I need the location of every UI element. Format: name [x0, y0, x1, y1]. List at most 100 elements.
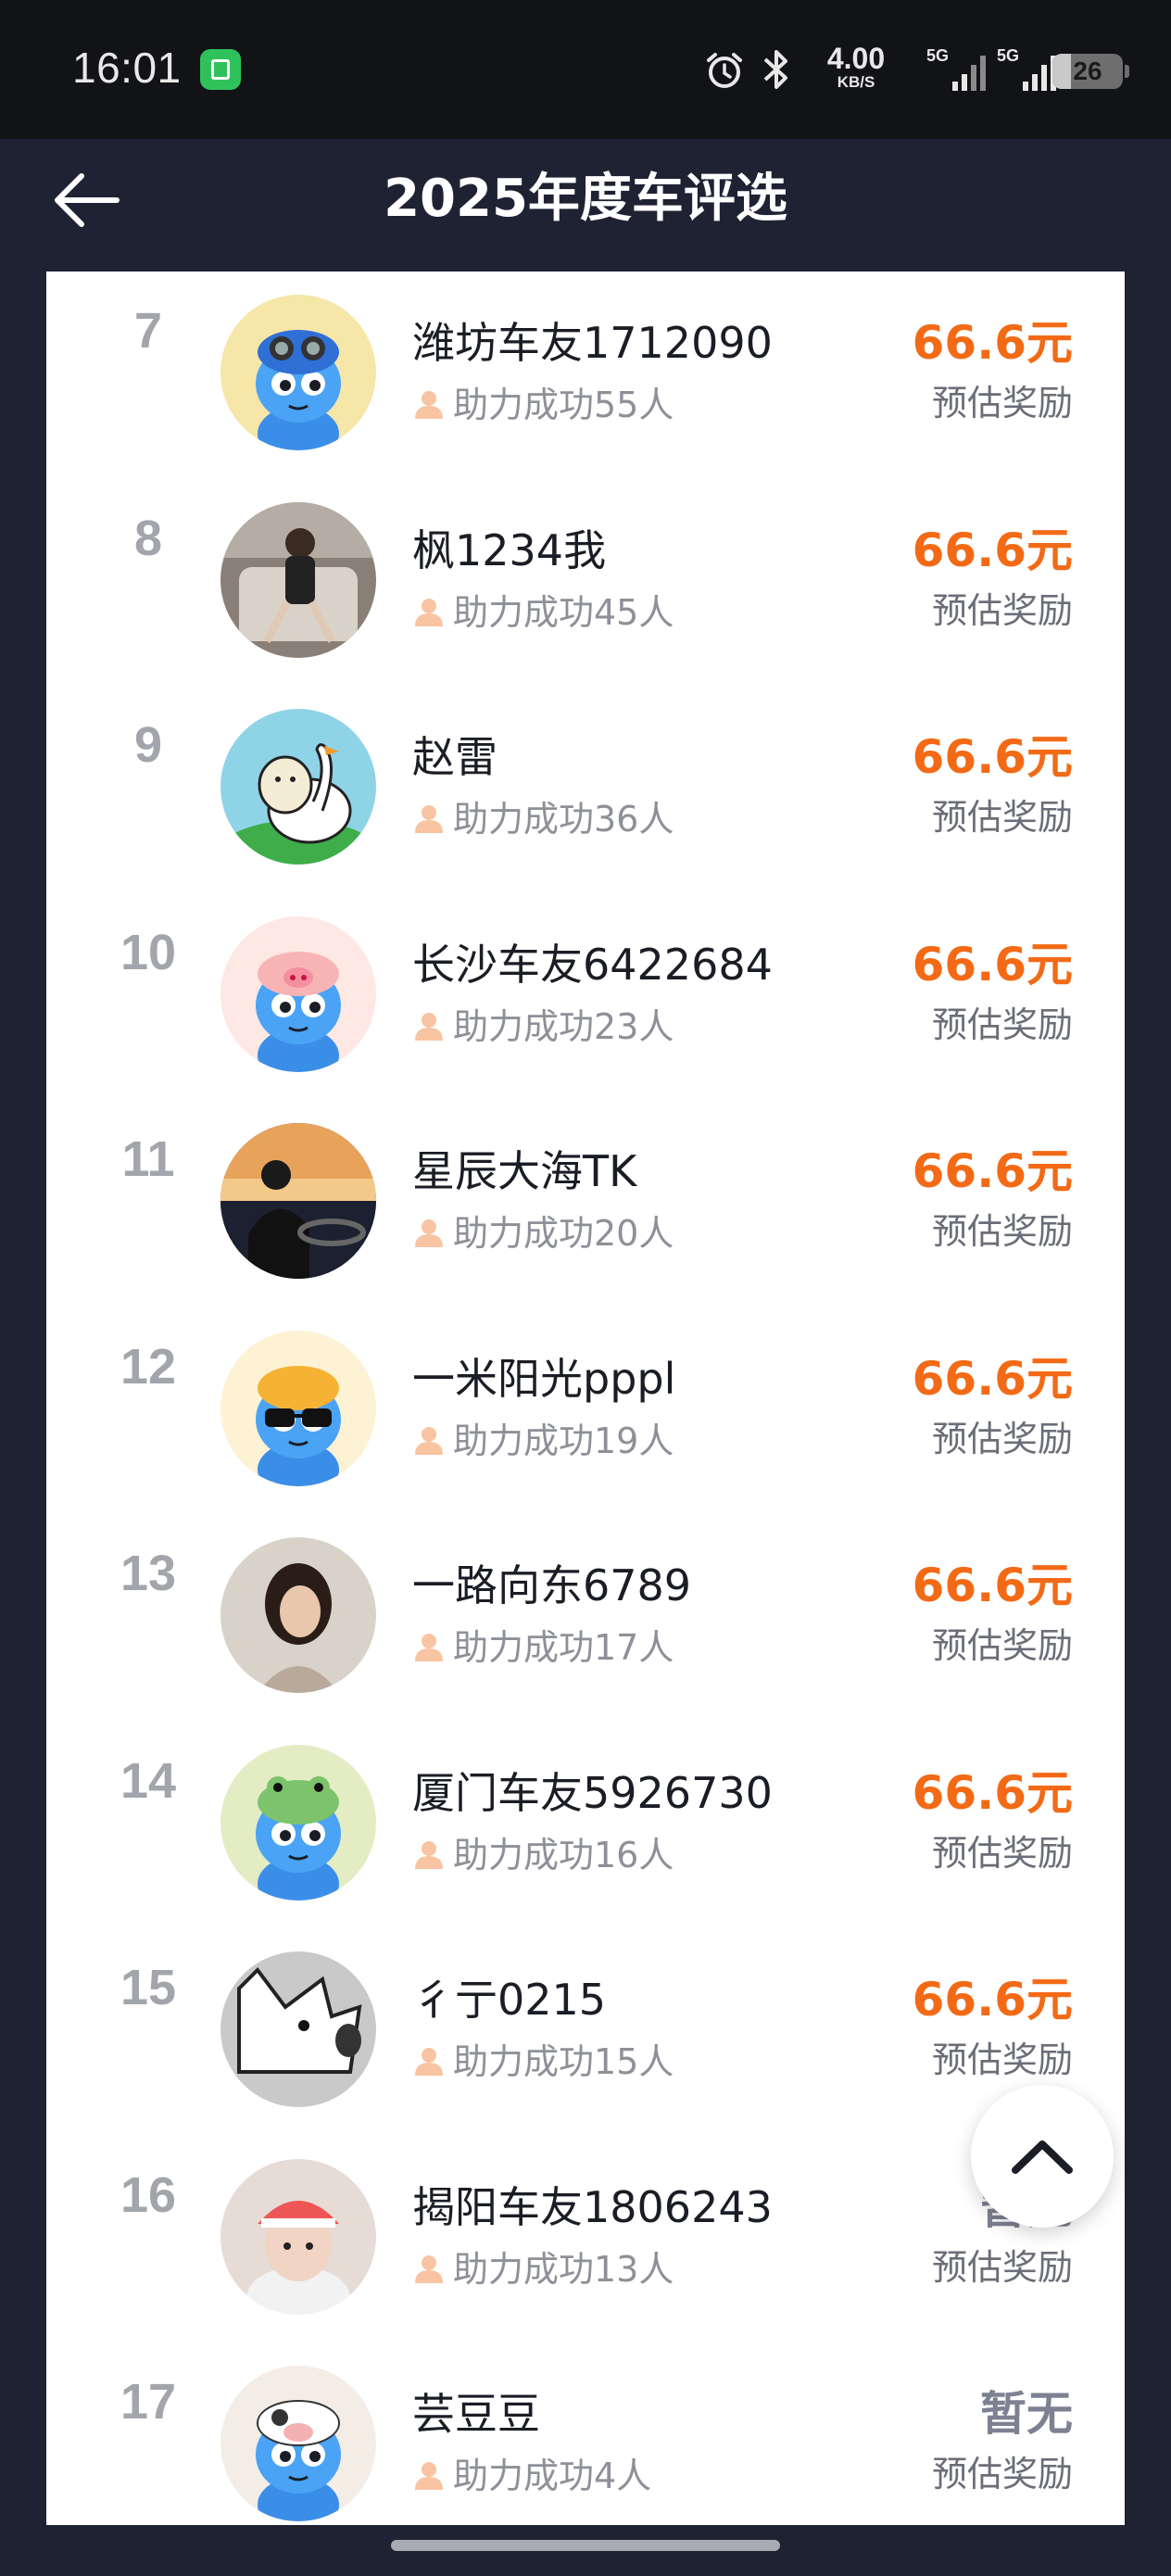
avatar[interactable]	[220, 295, 376, 450]
reward-amount: 66.6元	[912, 1973, 1073, 2027]
rank-number: 13	[120, 1546, 177, 1601]
battery-icon: 26	[1052, 54, 1129, 89]
reward-amount: 66.6元	[912, 1765, 1073, 1820]
user-name: 一路向东6789	[412, 1560, 692, 1610]
helped-count: 助力成功19人	[412, 1412, 674, 1461]
ranking-list[interactable]: 7 潍坊车友1712090 助力成功55人 66.6元 预估奖励 8 枫1234我 助力成…	[46, 271, 1125, 2525]
signal-bars-icon	[952, 56, 986, 91]
avatar[interactable]	[220, 1123, 376, 1279]
list-item[interactable]: 13 一路向东6789 助力成功17人 66.6元预估奖励	[46, 1487, 1125, 1695]
avatar[interactable]	[220, 2158, 376, 2315]
scroll-to-top-button[interactable]	[971, 2085, 1114, 2228]
list-item[interactable]: 15 彳亍0215 助力成功15人 66.6元 预估奖励	[46, 1901, 1125, 2109]
list-item[interactable]: 9 赵雷 助力成功36人 66.6元 预估奖励	[46, 659, 1125, 866]
signal-sim2: 5G	[997, 46, 1058, 95]
helped-count-text: 助力成功17人	[453, 1627, 674, 1668]
alarm-icon	[707, 53, 742, 88]
person-icon	[415, 391, 443, 419]
status-time: 16:01	[72, 44, 182, 92]
rank-number: 10	[120, 924, 177, 980]
helped-count-text: 助力成功45人	[453, 591, 674, 633]
rank-number: 16	[120, 2166, 177, 2223]
battery-fill	[1052, 54, 1071, 89]
person-icon	[415, 2254, 443, 2283]
person-icon	[415, 805, 443, 833]
avatar[interactable]	[220, 1330, 376, 1486]
avatar[interactable]	[220, 915, 376, 1072]
reward-amount: 66.6元	[912, 1559, 1073, 1612]
helped-count: 助力成功15人	[412, 2033, 674, 2082]
helped-count-text: 助力成功16人	[453, 1834, 674, 1875]
user-name: 枫1234我	[412, 524, 607, 575]
sim2-network-tag: 5G	[997, 46, 1020, 65]
helped-count-text: 助力成功55人	[453, 385, 674, 425]
rank-number: 14	[120, 1752, 177, 1809]
avatar[interactable]	[220, 709, 376, 865]
avatar[interactable]	[220, 2366, 376, 2521]
person-icon	[415, 1012, 443, 1041]
reward-label: 预估奖励	[931, 1004, 1073, 1045]
person-icon	[415, 2048, 443, 2076]
sim1-network-tag: 5G	[926, 46, 950, 65]
list-item[interactable]: 12 一米阳光pppl 助力成功19人 66.6元 预估奖励	[46, 1281, 1125, 1488]
reward-amount: 66.6元	[912, 1144, 1073, 1198]
list-item[interactable]: 11 星辰大海TK 助力成功20人 66.6元 预估奖励	[46, 1073, 1125, 1281]
network-speed: 4.00 KB/S	[812, 43, 900, 91]
signal-sim1: 5G	[926, 46, 988, 95]
rank-number: 15	[120, 1960, 177, 2015]
avatar[interactable]	[220, 1537, 376, 1693]
reward-label: 预估奖励	[931, 383, 1073, 423]
reward-label: 预估奖励	[931, 2454, 1073, 2494]
rank-number: 8	[133, 510, 163, 566]
helped-count-text: 助力成功23人	[453, 1005, 674, 1047]
list-item[interactable]: 17 芸豆豆 助力成功4人 暂无 预估奖励	[46, 2316, 1125, 2523]
helped-count: 助力成功36人	[412, 790, 674, 840]
reward-amount: 66.6元	[912, 523, 1073, 577]
helped-count: 助力成功16人	[412, 1826, 674, 1875]
user-name: 潍坊车友1712090	[412, 318, 773, 368]
list-item[interactable]: 10 长沙车友6422684 助力成功23人 66.6元 预估奖励	[46, 866, 1125, 1074]
list-item[interactable]: 7 潍坊车友1712090 助力成功55人 66.6元预估奖励	[46, 271, 1125, 452]
reward-amount: 暂无	[980, 2387, 1073, 2441]
user-name: 彳亍0215	[412, 1975, 607, 2025]
avatar[interactable]	[220, 501, 376, 658]
avatar[interactable]	[220, 1744, 376, 1900]
helped-count: 助力成功4人	[412, 2447, 652, 2496]
reward-label: 预估奖励	[931, 1418, 1073, 1459]
helped-count-text: 助力成功36人	[453, 799, 674, 840]
home-indicator[interactable]	[391, 2540, 780, 2551]
user-name: 赵雷	[412, 732, 497, 782]
list-item[interactable]: 8 枫1234我 助力成功45人 66.6元预估奖励	[46, 452, 1125, 660]
person-icon	[415, 1426, 443, 1455]
helped-count: 助力成功17人	[412, 1619, 674, 1668]
helped-count: 助力成功45人	[412, 584, 674, 633]
reward-amount: 66.6元	[912, 316, 1073, 370]
helped-count-text: 助力成功19人	[453, 1420, 674, 1461]
person-icon	[415, 1219, 443, 1247]
user-name: 揭阳车友1806243	[412, 2181, 773, 2232]
reward-amount: 66.6元	[912, 1351, 1073, 1406]
helped-count-text: 助力成功13人	[453, 2248, 674, 2290]
rank-number: 7	[133, 303, 163, 359]
network-speed-value: 4.00	[826, 42, 886, 75]
rank-number: 11	[121, 1131, 175, 1187]
page-title: 2025年度车评选	[384, 169, 787, 229]
reward-amount: 66.6元	[912, 730, 1073, 784]
person-icon	[415, 1840, 443, 1869]
network-speed-unit: KB/S	[837, 73, 875, 91]
list-item[interactable]: 14 厦门车友5926730 助力成功16人 66.6元 预估奖励	[46, 1695, 1125, 1902]
reward-label: 预估奖励	[931, 1625, 1073, 1666]
reward-label: 预估奖励	[931, 589, 1073, 631]
user-name: 厦门车友5926730	[412, 1767, 773, 1818]
helped-count-text: 助力成功4人	[453, 2456, 652, 2496]
rank-number: 17	[120, 2374, 177, 2430]
battery-level: 26	[1073, 57, 1102, 85]
chevron-up-icon	[1012, 2140, 1073, 2174]
list-item[interactable]: 16揭阳车友1806243 助力成功13人暂无预估奖励	[46, 2109, 1125, 2317]
helped-count-text: 助力成功15人	[453, 2041, 674, 2082]
reward-amount: 66.6元	[912, 937, 1073, 991]
user-name: 一米阳光pppl	[412, 1353, 676, 1404]
helped-count: 助力成功23人	[412, 998, 674, 1047]
reward-label: 预估奖励	[931, 797, 1073, 838]
avatar[interactable]	[220, 1951, 376, 2107]
